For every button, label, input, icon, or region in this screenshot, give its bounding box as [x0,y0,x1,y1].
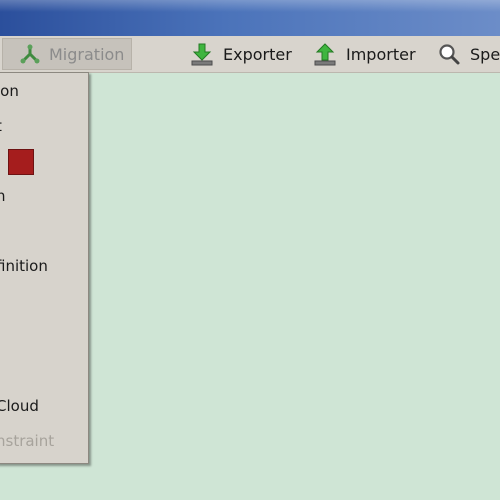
menu-item[interactable]: t [0,117,9,135]
toolbar: Migration Exporter Importer Spel [0,36,500,73]
color-swatch[interactable] [8,149,34,175]
exporter-button[interactable]: Exporter [190,38,292,70]
export-down-arrow-icon [190,42,214,66]
migration-button[interactable]: Migration [2,38,132,70]
dropdown-menu: ion t n finition Cloud nstraint [0,72,89,464]
importer-button[interactable]: Importer [313,38,416,70]
search-label: Spel [470,44,500,64]
migration-label: Migration [49,44,125,64]
migration-icon [19,43,41,65]
magnifier-icon [437,42,461,66]
search-button[interactable]: Spel [437,38,500,70]
import-up-arrow-icon [313,42,337,66]
menu-item[interactable]: finition [0,257,50,275]
menu-item[interactable]: Cloud [0,397,50,415]
main-canvas[interactable] [90,73,500,500]
exporter-label: Exporter [223,44,292,64]
menu-item[interactable]: n [0,187,7,205]
menu-item-disabled: nstraint [0,432,55,450]
importer-label: Importer [346,44,416,64]
menu-item[interactable]: ion [0,82,42,100]
window-title-bar [0,0,500,36]
